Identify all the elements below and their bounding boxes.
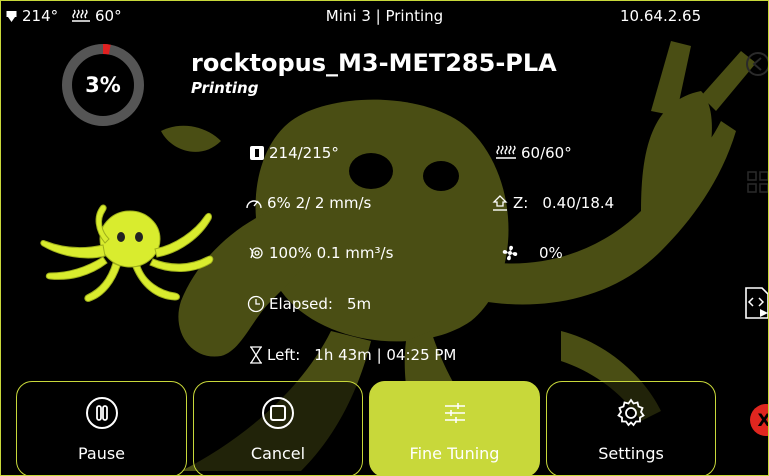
fine-tuning-label: Fine Tuning (409, 444, 500, 463)
fine-tuning-button[interactable]: Fine Tuning (369, 381, 540, 475)
clock-icon (247, 295, 265, 313)
status-ip: 10.64.2.65 (620, 7, 702, 25)
cancel-label: Cancel (250, 444, 306, 463)
flow-icon (247, 244, 265, 262)
stat-bed: 60/60° (495, 144, 572, 162)
close-glyph: X (757, 411, 769, 431)
close-icon[interactable]: X (746, 403, 769, 441)
stat-elapsed-label: Elapsed: (269, 295, 333, 313)
cancel-button[interactable]: Cancel (193, 381, 363, 475)
nozzle-icon (249, 145, 265, 161)
stat-z: Z: 0.40/18.4 (491, 194, 614, 212)
pause-button[interactable]: Pause (16, 381, 187, 475)
stat-flow: 100% 0.1 mm³/s (247, 244, 393, 262)
fan-icon (501, 244, 519, 262)
print-state: Printing (191, 79, 259, 97)
stat-elapsed: Elapsed: 5m (247, 295, 371, 313)
pause-label: Pause (77, 444, 126, 463)
stat-speed: 6% 2/ 2 mm/s (245, 194, 371, 212)
model-thumbnail (40, 204, 214, 302)
stat-speed-value: 6% 2/ 2 mm/s (267, 194, 372, 212)
gear-icon (615, 396, 647, 430)
stat-left: Left: 1h 43m | 04:25 PM (249, 346, 456, 364)
grid-icon[interactable] (747, 171, 768, 197)
stat-z-value: 0.40/18.4 (542, 194, 615, 212)
settings-label: Settings (598, 444, 664, 463)
hourglass-icon (249, 346, 263, 364)
bed-heater-icon (495, 144, 517, 162)
z-axis-icon (491, 194, 509, 212)
speedometer-icon (245, 195, 263, 211)
stat-fan: 0% (501, 244, 563, 262)
stat-bed-value: 60/60° (521, 144, 572, 162)
stat-left-label: Left: (267, 346, 301, 364)
progress-percent: 3% (85, 73, 121, 97)
stat-nozzle: 214/215° (249, 144, 339, 162)
stat-elapsed-value: 5m (346, 295, 372, 313)
stat-z-label: Z: (513, 194, 529, 212)
stat-fan-value: 0% (539, 244, 563, 262)
printer-screen: 214° 60° Mini 3 | Printing 10.64.2.65 3%… (0, 0, 769, 476)
sliders-icon (442, 396, 468, 430)
stat-nozzle-value: 214/215° (269, 144, 339, 162)
back-icon[interactable] (745, 51, 768, 81)
stat-flow-value: 100% 0.1 mm³/s (269, 244, 394, 262)
stat-left-value: 1h 43m | 04:25 PM (314, 346, 457, 364)
stop-icon (261, 396, 295, 430)
file-name: rocktopus_M3-MET285-PLA (191, 49, 557, 77)
settings-button[interactable]: Settings (546, 381, 716, 475)
pause-icon (85, 396, 119, 430)
console-icon[interactable] (744, 287, 768, 323)
